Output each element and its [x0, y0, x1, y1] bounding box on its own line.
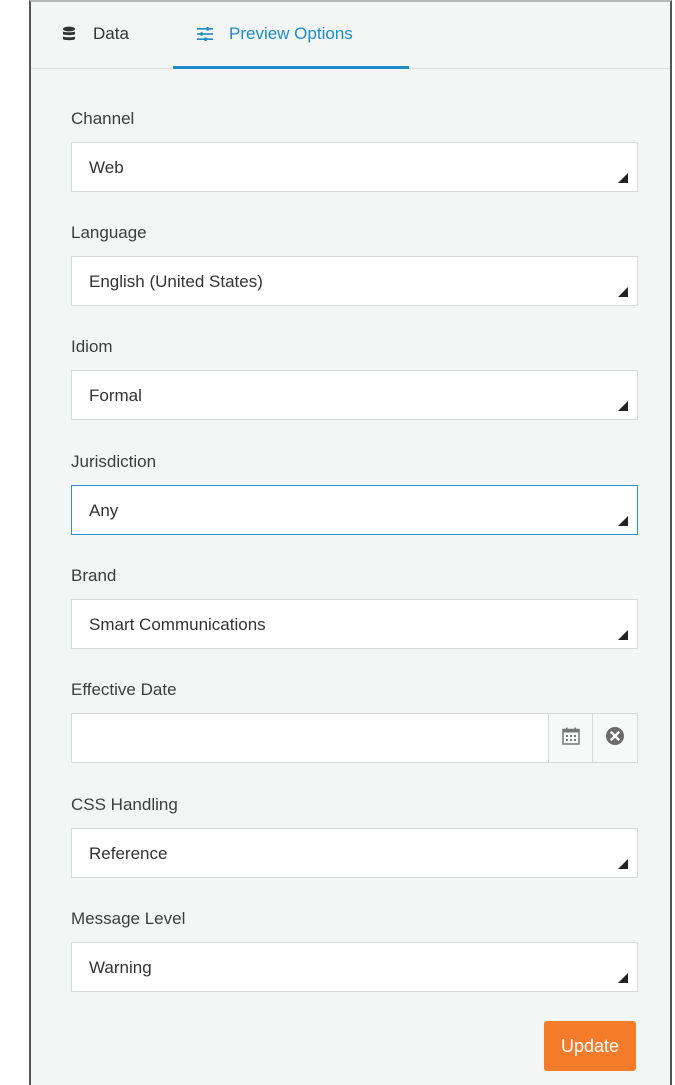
clear-date-button[interactable]	[592, 714, 637, 762]
tab-preview-options[interactable]: Preview Options	[173, 2, 409, 69]
idiom-select[interactable]: Formal	[71, 370, 638, 420]
calendar-button[interactable]	[548, 714, 593, 762]
css-handling-label: CSS Handling	[71, 795, 178, 814]
channel-value: Web	[89, 158, 124, 177]
jurisdiction-select[interactable]: Any	[71, 485, 638, 535]
preview-options-panel: Data Preview Options Channel Web Languag…	[29, 0, 672, 1085]
calendar-icon	[562, 727, 580, 750]
message-level-label: Message Level	[71, 909, 186, 928]
channel-label: Channel	[71, 109, 135, 128]
sliders-icon	[197, 26, 213, 42]
tab-preview-options-label: Preview Options	[229, 24, 353, 43]
dropdown-caret-icon	[618, 630, 628, 640]
dropdown-caret-icon	[618, 401, 628, 411]
language-select[interactable]: English (United States)	[71, 256, 638, 306]
database-icon	[61, 26, 77, 42]
clear-circle-icon	[605, 726, 625, 751]
brand-select[interactable]: Smart Communications	[71, 599, 638, 649]
css-handling-select[interactable]: Reference	[71, 828, 638, 878]
language-value: English (United States)	[89, 272, 263, 291]
tab-data[interactable]: Data	[61, 2, 129, 66]
update-button[interactable]: Update	[544, 1021, 636, 1071]
css-handling-value: Reference	[89, 844, 168, 863]
dropdown-caret-icon	[618, 516, 628, 526]
effective-date-field	[71, 713, 638, 763]
jurisdiction-value: Any	[89, 501, 119, 520]
dropdown-caret-icon	[618, 173, 628, 183]
tab-data-label: Data	[93, 24, 129, 43]
jurisdiction-label: Jurisdiction	[71, 452, 157, 471]
dropdown-caret-icon	[618, 859, 628, 869]
panel-tabs: Data Preview Options	[31, 2, 670, 69]
channel-select[interactable]: Web	[71, 142, 638, 192]
effective-date-label: Effective Date	[71, 680, 177, 699]
message-level-value: Warning	[89, 958, 152, 977]
idiom-label: Idiom	[71, 337, 113, 356]
dropdown-caret-icon	[618, 287, 628, 297]
brand-value: Smart Communications	[89, 615, 266, 634]
dropdown-caret-icon	[618, 973, 628, 983]
message-level-select[interactable]: Warning	[71, 942, 638, 992]
effective-date-input[interactable]	[72, 714, 542, 762]
language-label: Language	[71, 223, 147, 242]
brand-label: Brand	[71, 566, 117, 585]
idiom-value: Formal	[89, 386, 142, 405]
